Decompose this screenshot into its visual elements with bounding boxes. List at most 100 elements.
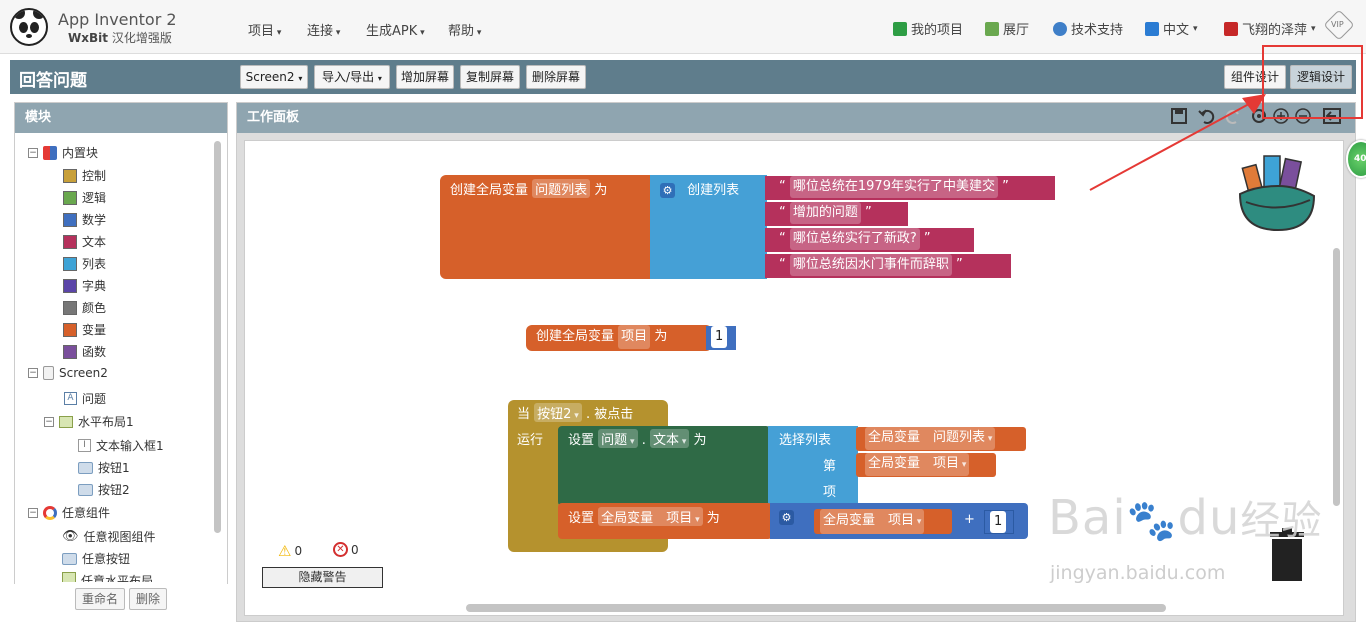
builtin-category-item[interactable]: 数学	[63, 211, 106, 228]
screen-icon	[43, 366, 54, 380]
make-list-block[interactable]: ⚙ 创建列表	[650, 175, 767, 279]
language-menu[interactable]: 中文 ▾	[1145, 19, 1198, 38]
make-list-label: ⚙ 创建列表	[660, 179, 739, 198]
tree-screen[interactable]: − Screen2	[28, 366, 108, 380]
blocks-scrollbar[interactable]	[214, 141, 221, 533]
tree-button2[interactable]: 按钮2	[78, 481, 130, 498]
builtin-category-item[interactable]: 字典	[63, 277, 106, 294]
builtin-category-item[interactable]: 文本	[63, 233, 106, 250]
text-block-q4[interactable]: “ 哪位总统因水门事件而辞职 ”	[765, 254, 1011, 278]
copy-screen-button[interactable]: 复制屏幕	[460, 65, 520, 89]
tree-builtin[interactable]: − 内置块	[28, 144, 98, 161]
tree-any-viewer[interactable]: 👁 任意视图组件	[62, 528, 156, 545]
global-variable-dropdown[interactable]: 全局变量 项目	[598, 507, 703, 526]
page-title: 回答问题	[19, 71, 87, 91]
set-global-header: 设置 全局变量 项目 为	[568, 507, 720, 526]
get-global-index-block-2[interactable]: 全局变量 项目	[814, 509, 952, 534]
text-block-q1[interactable]: “ 哪位总统在1979年实行了中美建交 ”	[765, 176, 1055, 200]
text-block-q3[interactable]: “ 哪位总统实行了新政? ”	[765, 228, 974, 252]
error-indicator[interactable]: ✕ 0	[333, 542, 359, 557]
tree-any-component[interactable]: − 任意组件	[28, 504, 110, 521]
delete-screen-button[interactable]: 删除屏幕	[526, 65, 586, 89]
panda-logo-icon[interactable]	[10, 8, 48, 46]
category-color-swatch	[63, 234, 77, 249]
category-label: 控制	[82, 169, 107, 183]
category-color-swatch	[63, 300, 77, 315]
watermark-url: jingyan.baidu.com	[1050, 562, 1226, 584]
tree-hlayout[interactable]: − 水平布局1	[44, 413, 134, 430]
annotation-arrow	[1089, 94, 1266, 191]
my-projects-link[interactable]: 我的项目	[893, 19, 963, 38]
builtin-category-item[interactable]: 逻辑	[63, 189, 106, 206]
set-global-index-block[interactable]: 设置 全局变量 项目 为	[558, 503, 772, 539]
button-icon	[62, 552, 77, 565]
component-dropdown[interactable]: 问题	[598, 429, 638, 448]
category-color-swatch	[63, 256, 77, 271]
set-label-text-block[interactable]: 设置 问题 . 文本 为	[558, 426, 770, 506]
hide-warnings-button[interactable]: 隐藏警告	[262, 567, 383, 588]
workspace-vertical-scrollbar[interactable]	[1333, 248, 1340, 506]
category-color-swatch	[63, 190, 77, 205]
tree-button1[interactable]: 按钮1	[78, 459, 130, 476]
index-label: 第	[823, 459, 837, 474]
global-variable-dropdown[interactable]: 全局变量 项目	[820, 509, 925, 534]
variable-name-field[interactable]: 问题列表	[532, 179, 591, 198]
delete-button[interactable]: 删除	[129, 588, 167, 610]
eye-icon: 👁	[62, 529, 79, 544]
tree-any-hlayout[interactable]: 任意水平布局	[62, 572, 153, 582]
number-block[interactable]: 1	[984, 510, 1014, 534]
number-block[interactable]: 1	[706, 326, 736, 350]
category-label: 函数	[82, 345, 107, 359]
init-global-list-block[interactable]: 创建全局变量 问题列表 为	[440, 175, 652, 279]
text-block-q2[interactable]: “ 增加的问题 ”	[765, 202, 908, 226]
variable-name-field[interactable]: 项目	[618, 325, 651, 349]
component-dropdown[interactable]: 按钮2	[534, 403, 582, 422]
collapse-icon[interactable]: −	[28, 368, 38, 378]
builtin-category-item[interactable]: 变量	[63, 321, 106, 338]
builtin-category-item[interactable]: 颜色	[63, 299, 106, 316]
get-global-questions-block[interactable]: 全局变量 问题列表	[856, 427, 1026, 451]
tree-label-question[interactable]: A 问题	[64, 390, 106, 407]
category-color-swatch	[63, 322, 77, 337]
support-link[interactable]: 技术支持	[1053, 19, 1123, 38]
warning-icon: ⚠	[278, 542, 292, 560]
error-icon: ✕	[333, 542, 348, 557]
do-label: 运行	[517, 433, 544, 448]
menu-project[interactable]: 项目	[248, 20, 281, 39]
builtin-category-item[interactable]: 控制	[63, 167, 106, 184]
language-icon	[1145, 21, 1159, 36]
init-global-index-block[interactable]: 创建全局变量 项目 为	[526, 325, 712, 351]
blocks-panel-header: 模块	[15, 103, 227, 133]
init-global-label: 创建全局变量 问题列表 为	[450, 179, 607, 198]
property-dropdown[interactable]: 文本	[649, 429, 690, 448]
global-variable-dropdown[interactable]: 全局变量 项目	[865, 453, 970, 476]
plus-operator: +	[964, 512, 975, 527]
category-label: 变量	[82, 323, 107, 337]
add-screen-button[interactable]: 增加屏幕	[396, 65, 454, 89]
category-color-swatch	[63, 344, 77, 359]
collapse-icon[interactable]: −	[28, 507, 38, 518]
menu-build-apk[interactable]: 生成APK	[366, 20, 425, 39]
tree-any-button[interactable]: 任意按钮	[62, 550, 130, 567]
any-component-icon	[43, 505, 57, 520]
warning-indicator[interactable]: ⚠ 0	[278, 542, 302, 560]
collapse-icon[interactable]: −	[28, 147, 38, 158]
collapse-icon[interactable]: −	[44, 416, 54, 427]
global-variable-dropdown[interactable]: 全局变量 问题列表	[865, 427, 996, 450]
workspace-horizontal-scrollbar[interactable]	[466, 604, 1166, 612]
app-title: App Inventor 2	[58, 10, 177, 29]
builtin-category-item[interactable]: 列表	[63, 255, 106, 272]
select-list-item-block[interactable]: 选择列表 第 项	[768, 426, 858, 504]
gear-icon[interactable]: ⚙	[779, 510, 794, 525]
screen-select[interactable]: Screen2 ▾	[240, 65, 308, 89]
get-global-index-block[interactable]: 全局变量 项目	[856, 453, 996, 477]
menu-connect[interactable]: 连接	[307, 20, 340, 39]
user-menu[interactable]: 飞翔的泽萍 ▾	[1224, 19, 1316, 38]
gear-icon[interactable]: ⚙	[660, 183, 675, 198]
menu-help[interactable]: 帮助	[448, 20, 481, 39]
tree-textbox[interactable]: I 文本输入框1	[78, 437, 164, 454]
gallery-link[interactable]: 展厅	[985, 19, 1029, 38]
import-export-menu[interactable]: 导入/导出 ▾	[314, 65, 390, 89]
rename-button[interactable]: 重命名	[75, 588, 125, 610]
builtin-category-item[interactable]: 函数	[63, 343, 106, 360]
